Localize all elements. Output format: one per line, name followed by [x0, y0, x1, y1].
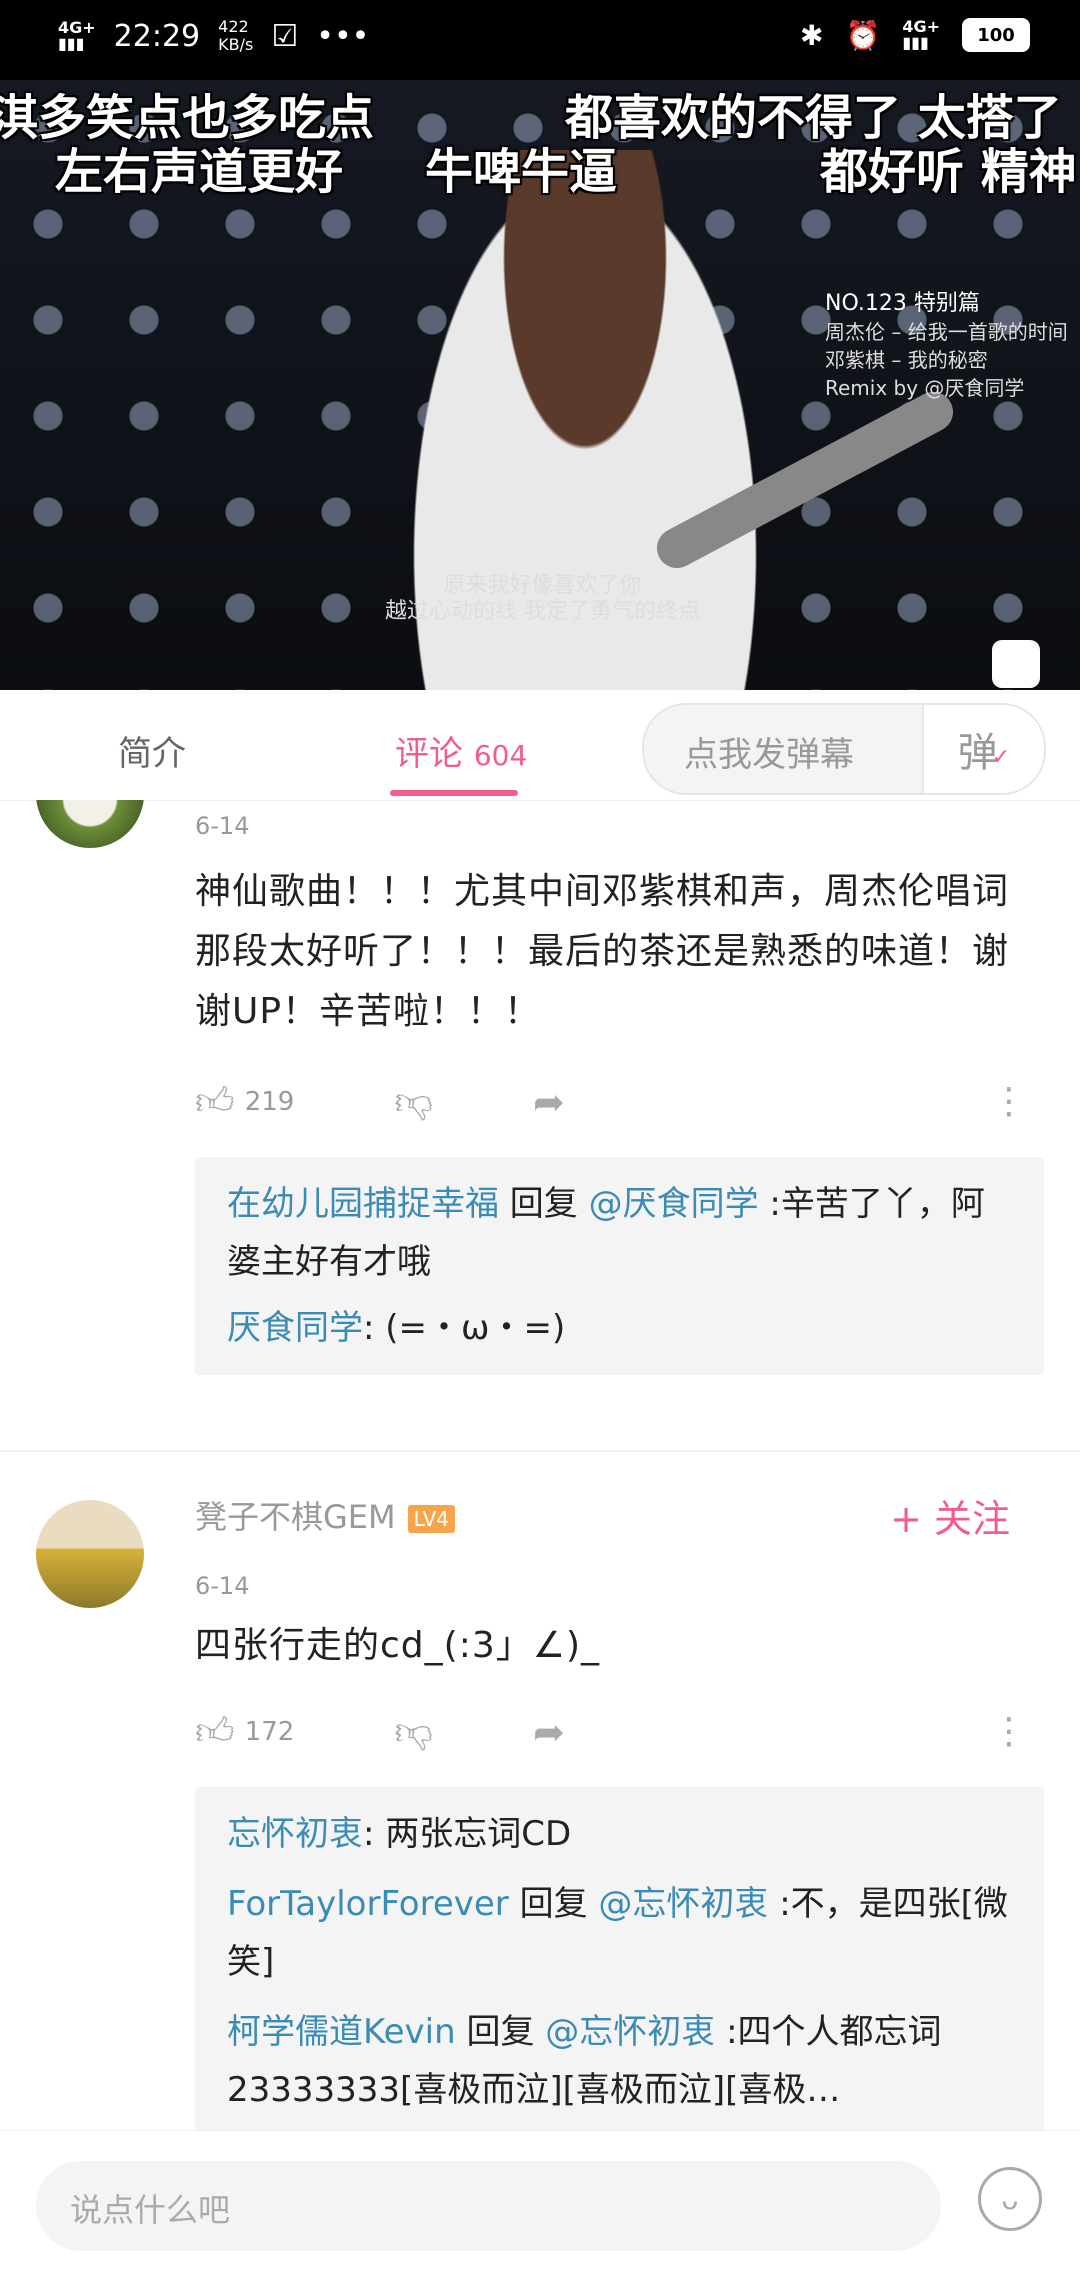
danmaku-comment: 左右声道更好: [55, 144, 344, 200]
danmaku-toggle-button[interactable]: 弹 ✓: [922, 705, 1044, 793]
tab-comments-count: 604: [473, 739, 528, 772]
like-count: 219: [244, 1087, 295, 1117]
battery-icon: 100: [962, 18, 1030, 52]
more-options-icon[interactable]: ⋮: [991, 1081, 1027, 1122]
tab-intro[interactable]: 简介: [118, 726, 186, 775]
subtitle-line: 越过心动的线 我定了勇气的终点: [385, 599, 700, 624]
comment-input-bar: 说点什么吧 ᴗ: [0, 2130, 1080, 2281]
mobile-signal-icon: 4G+ ▮▮▮: [902, 17, 940, 52]
bluetooth-icon: ✱: [799, 18, 824, 52]
more-options-icon[interactable]: ⋮: [991, 1711, 1027, 1752]
dislike-button[interactable]: 👎︎: [394, 1079, 433, 1125]
comment-date: 6-14: [195, 812, 250, 840]
overlay-line: Remix by @厌食同学: [825, 376, 1025, 400]
tab-comments[interactable]: 评论 604: [395, 726, 527, 775]
avatar[interactable]: [36, 1500, 144, 1608]
reply-text: : (=・ω・=): [363, 1308, 566, 1348]
reply-username[interactable]: 柯学儒道Kevin: [227, 2012, 456, 2052]
reply-item: 忘怀初衷: 两张忘词CD: [227, 1805, 1012, 1863]
reply-mention[interactable]: @忘怀初衷: [598, 1884, 768, 1924]
comment-divider: [0, 1450, 1080, 1452]
share-icon: ➦: [532, 1080, 565, 1124]
reply-item: ForTaylorForever 回复 @忘怀初衷 :不，是四张[微笑]: [227, 1875, 1012, 1991]
username-text: 凳子不棋GEM: [195, 1498, 396, 1536]
share-button[interactable]: ➦: [533, 1080, 565, 1124]
video-info-overlay: NO.123 特别篇 周杰伦 – 给我一首歌的时间 邓紫棋 – 我的秘密 Rem…: [825, 290, 1068, 402]
follow-button[interactable]: + 关注: [890, 1488, 1010, 1543]
overlay-line: 邓紫棋 – 我的秘密: [825, 348, 988, 372]
reply-item: 厌食同学: (=・ω・=): [227, 1299, 1012, 1357]
status-bar: 4G+ ▮▮▮ 22:29 422 KB/s ☑ ••• ✱ ⏰ 4G+ ▮▮▮ 10…: [0, 0, 1080, 80]
level-badge: LV4: [407, 1505, 455, 1533]
thumbs-up-icon: 👍︎: [195, 1079, 235, 1123]
clock: 22:29: [113, 18, 201, 54]
danmaku-input[interactable]: 点我发弹幕 弹 ✓: [642, 703, 1046, 795]
share-icon: ➦: [532, 1710, 565, 1754]
like-button[interactable]: 👍︎ 172: [195, 1709, 294, 1755]
reply-username[interactable]: 厌食同学: [227, 1308, 363, 1348]
reply-word: 回复: [455, 2012, 546, 2052]
reply-text: : 两张忘词CD: [363, 1814, 572, 1854]
alarm-icon: ⏰: [845, 18, 881, 52]
dislike-button[interactable]: 👎︎: [394, 1709, 433, 1755]
danmaku-placeholder: 点我发弹幕: [684, 735, 854, 775]
emoji-icon[interactable]: ᴗ: [978, 2167, 1042, 2231]
like-button[interactable]: 👍︎ 219: [195, 1079, 294, 1125]
reply-box[interactable]: 忘怀初衷: 两张忘词CD ForTaylorForever 回复 @忘怀初衷 :…: [195, 1787, 1044, 2130]
reply-username[interactable]: ForTaylorForever: [227, 1884, 509, 1924]
comment-input[interactable]: 说点什么吧: [36, 2161, 941, 2251]
like-count: 172: [244, 1717, 295, 1747]
comment-list[interactable]: 6-14 神仙歌曲！！！尤其中间邓紫棋和声，周杰伦唱词那段太好听了！！！最后的茶…: [0, 800, 1080, 2130]
comment-actions: 👍︎ 219 👎︎ ➦ ⋮: [195, 1077, 1027, 1127]
comment-text: 四张行走的cd_(:3」∠)_: [195, 1625, 601, 1666]
notification-check-icon: ☑: [271, 18, 299, 54]
reply-mention[interactable]: @忘怀初衷: [545, 2012, 715, 2052]
reply-username[interactable]: 在幼儿园捕捉幸福: [227, 1184, 499, 1224]
thumbs-down-icon: 👎︎: [394, 1709, 433, 1753]
overlay-title: NO.123 特别篇: [825, 291, 980, 316]
video-player[interactable]: 淇多笑点也多吃点 都喜欢的不得了 太搭了 左右声道更好 牛啤牛逼 都好听 精神 …: [0, 80, 1080, 690]
tab-comments-label: 评论: [395, 734, 463, 774]
reply-word: 回复: [499, 1184, 589, 1224]
thumbs-down-icon: 👎︎: [394, 1079, 433, 1123]
video-subtitle: 原来我好像喜欢了你 越过心动的线 我定了勇气的终点: [385, 573, 700, 625]
watermark-logo: [992, 640, 1040, 688]
active-tab-indicator: [390, 790, 518, 796]
subtitle-line: 原来我好像喜欢了你: [443, 573, 642, 598]
check-icon: ✓: [991, 744, 1011, 770]
avatar[interactable]: [36, 800, 144, 848]
signal-icon: 4G+ ▮▮▮: [58, 18, 96, 53]
reply-item: 在幼儿园捕捉幸福 回复 @厌食同学 :辛苦了丫，阿婆主好有才哦: [227, 1175, 1012, 1291]
thumbs-up-icon: 👍︎: [195, 1709, 235, 1753]
more-notifications-icon: •••: [316, 18, 370, 54]
reply-mention[interactable]: @厌食同学: [589, 1184, 759, 1224]
comment-input-placeholder: 说点什么吧: [70, 2191, 231, 2229]
network-speed: 422 KB/s: [218, 17, 254, 54]
danmaku-comment: 牛啤牛逼: [425, 144, 618, 200]
reply-word: 回复: [508, 1884, 599, 1924]
danmaku-comment: 都好听 精神: [820, 144, 1077, 200]
comment-username[interactable]: 凳子不棋GEM LV4: [195, 1492, 455, 1538]
reply-box[interactable]: 在幼儿园捕捉幸福 回复 @厌食同学 :辛苦了丫，阿婆主好有才哦 厌食同学: (=…: [195, 1157, 1044, 1375]
comment-text: 神仙歌曲！！！尤其中间邓紫棋和声，周杰伦唱词那段太好听了！！！最后的茶还是熟悉的…: [195, 871, 1010, 1032]
share-button[interactable]: ➦: [533, 1710, 565, 1754]
comment-date: 6-14: [195, 1572, 250, 1600]
comment-actions: 👍︎ 172 👎︎ ➦ ⋮: [195, 1707, 1027, 1757]
reply-username[interactable]: 忘怀初衷: [227, 1814, 363, 1854]
reply-item: 柯学儒道Kevin 回复 @忘怀初衷 :四个人都忘词23333333[喜极而泣]…: [227, 2003, 1012, 2119]
overlay-line: 周杰伦 – 给我一首歌的时间: [825, 320, 1068, 344]
